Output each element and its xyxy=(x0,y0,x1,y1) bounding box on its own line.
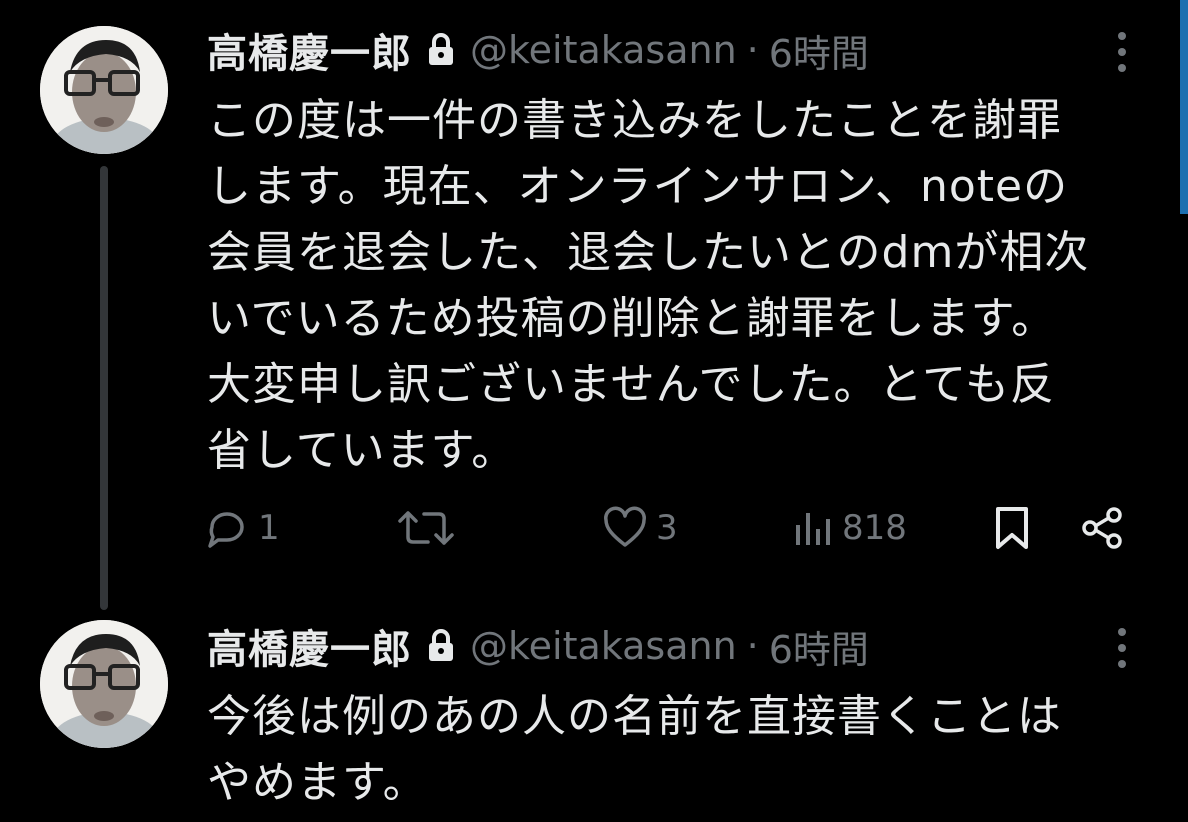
avatar[interactable] xyxy=(40,620,168,748)
tweet-1[interactable]: 高橋慶一郎 @keitakasann · 6時間 この度は一件の書き込みをしたこ… xyxy=(0,0,1188,610)
avatar-image xyxy=(40,620,168,748)
like-button[interactable]: 3 xyxy=(602,498,678,558)
tweet-timestamp[interactable]: 6時間 xyxy=(769,619,869,674)
share-button[interactable] xyxy=(1080,498,1124,558)
like-count: 3 xyxy=(656,508,678,548)
author-display-name[interactable]: 高橋慶一郎 xyxy=(207,21,412,79)
tweet-2[interactable]: 高橋慶一郎 @keitakasann · 6時間 今後は例のあの人の名前を直接書… xyxy=(0,600,1188,822)
header-separator: · xyxy=(746,624,759,668)
avatar-image xyxy=(40,26,168,154)
more-options-icon[interactable] xyxy=(1112,626,1132,670)
bookmark-button[interactable] xyxy=(992,498,1032,558)
author-handle[interactable]: @keitakasann xyxy=(470,28,737,72)
tweet-header: 高橋慶一郎 @keitakasann · 6時間 xyxy=(207,20,869,80)
scrollbar[interactable] xyxy=(1180,0,1188,214)
lock-icon xyxy=(426,32,456,68)
header-separator: · xyxy=(746,28,759,72)
views-count: 818 xyxy=(842,508,907,548)
more-options-icon[interactable] xyxy=(1112,30,1132,74)
lock-icon xyxy=(426,628,456,664)
tweet-text: この度は一件の書き込みをしたことを謝罪 します。現在、オンラインサロン、note… xyxy=(207,95,1090,476)
reply-icon xyxy=(204,505,250,551)
views-icon xyxy=(794,505,834,551)
tweet-action-bar: 1 3 818 xyxy=(200,498,1140,558)
heart-icon xyxy=(602,505,648,551)
bookmark-icon xyxy=(992,503,1032,553)
tweet-timestamp[interactable]: 6時間 xyxy=(769,23,869,78)
retweet-button[interactable] xyxy=(396,498,464,558)
thread-connector-line xyxy=(100,166,108,610)
author-display-name[interactable]: 高橋慶一郎 xyxy=(207,617,412,675)
tweet-text: 今後は例のあの人の名前を直接書くことは やめます。 xyxy=(207,691,1062,808)
reply-button[interactable]: 1 xyxy=(204,498,280,558)
views-button[interactable]: 818 xyxy=(794,498,907,558)
author-handle[interactable]: @keitakasann xyxy=(470,624,737,668)
tweet-header: 高橋慶一郎 @keitakasann · 6時間 xyxy=(207,616,869,676)
avatar[interactable] xyxy=(40,26,168,154)
reply-count: 1 xyxy=(258,508,280,548)
retweet-icon xyxy=(396,505,456,551)
share-icon xyxy=(1080,505,1124,551)
